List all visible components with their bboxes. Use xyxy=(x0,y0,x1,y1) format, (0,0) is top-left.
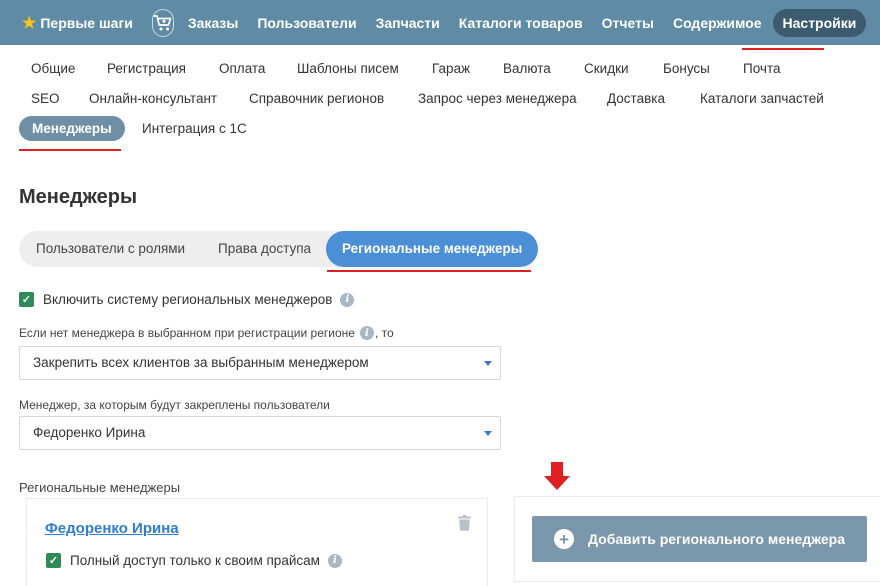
nav-first-steps-label: Первые шаги xyxy=(40,14,133,31)
subtab-payment[interactable]: Оплата xyxy=(219,61,265,76)
full-access-label: Полный доступ только к своим прайсам xyxy=(70,553,320,568)
add-regional-manager-label: Добавить регионального менеджера xyxy=(588,531,845,547)
no-manager-select-value: Закрепить всех клиентов за выбранным мен… xyxy=(33,355,369,370)
assigned-manager-label: Менеджер, за которым будут закреплены по… xyxy=(19,398,330,412)
subtab-seo[interactable]: SEO xyxy=(31,91,60,106)
full-access-checkbox[interactable]: ✓ xyxy=(46,553,61,568)
subtab-discounts[interactable]: Скидки xyxy=(584,61,629,76)
enable-regional-managers-label: Включить систему региональных менеджеров xyxy=(43,292,333,307)
cart-button[interactable] xyxy=(151,8,174,37)
subtab-managers[interactable]: Менеджеры xyxy=(19,116,125,141)
subtab-registration[interactable]: Регистрация xyxy=(107,61,186,76)
subtab-bonuses[interactable]: Бонусы xyxy=(663,61,710,76)
subtab-mail[interactable]: Почта xyxy=(743,61,781,76)
tab-regional-managers[interactable]: Региональные менеджеры xyxy=(326,231,539,267)
enable-regional-managers-row: ✓ Включить систему региональных менеджер… xyxy=(19,292,355,307)
tab-access-rights[interactable]: Права доступа xyxy=(218,231,311,267)
nav-settings[interactable]: Настройки xyxy=(772,8,867,37)
full-access-row: ✓ Полный доступ только к своим прайсам i xyxy=(46,553,342,568)
regional-manager-card: Федоренко Ирина ✓ Полный доступ только к… xyxy=(27,499,487,586)
subtab-email-templates[interactable]: Шаблоны писем xyxy=(297,61,399,76)
nav-catalogs[interactable]: Каталоги товаров xyxy=(459,15,583,31)
no-manager-select[interactable]: Закрепить всех клиентов за выбранным мен… xyxy=(19,346,501,380)
plus-circle-icon: + xyxy=(554,529,574,549)
arrow-down-icon xyxy=(544,462,570,490)
subtab-delivery[interactable]: Доставка xyxy=(607,91,665,106)
assigned-manager-select-value: Федоренко Ирина xyxy=(33,425,146,440)
subtab-1c-integration[interactable]: Интеграция с 1С xyxy=(142,121,247,136)
manager-segmented-tabs: Пользователи с ролями Права доступа Реги… xyxy=(19,231,539,267)
subtab-garage[interactable]: Гараж xyxy=(432,61,470,76)
no-manager-label: Если нет менеджера в выбранном при регис… xyxy=(19,326,394,340)
info-icon[interactable]: i xyxy=(359,326,374,340)
subtab-parts-catalogs[interactable]: Каталоги запчастей xyxy=(700,91,824,106)
no-manager-label-text: Если нет менеджера в выбранном при регис… xyxy=(19,326,355,340)
no-manager-label-suffix: , то xyxy=(374,326,394,340)
regional-manager-name-link[interactable]: Федоренко Ирина xyxy=(45,520,179,537)
page-title: Менеджеры xyxy=(19,186,138,208)
nav-reports[interactable]: Отчеты xyxy=(602,15,654,31)
subtab-currency[interactable]: Валюта xyxy=(503,61,551,76)
enable-regional-managers-checkbox[interactable]: ✓ xyxy=(19,292,34,307)
chevron-down-icon xyxy=(484,361,492,366)
cart-icon xyxy=(153,14,172,30)
add-regional-manager-button[interactable]: + Добавить регионального менеджера xyxy=(532,516,867,562)
trash-icon[interactable] xyxy=(458,515,471,536)
nav-users[interactable]: Пользователи xyxy=(257,15,356,31)
info-icon[interactable]: i xyxy=(340,292,355,307)
assigned-manager-label-text: Менеджер, за которым будут закреплены по… xyxy=(19,398,330,412)
tab-regional-managers-highlight xyxy=(327,270,531,272)
subtab-managers-highlight xyxy=(19,149,121,151)
top-navigation: ★ Первые шаги Заказы Пользователи Запчас… xyxy=(0,0,880,45)
tab-users-with-roles[interactable]: Пользователи с ролями xyxy=(36,231,185,267)
assigned-manager-select[interactable]: Федоренко Ирина xyxy=(19,416,501,450)
nav-first-steps[interactable]: ★ Первые шаги xyxy=(22,13,133,33)
subtab-regions[interactable]: Справочник регионов xyxy=(249,91,384,106)
nav-orders[interactable]: Заказы xyxy=(188,15,238,31)
regional-managers-section-label: Региональные менеджеры xyxy=(19,480,181,495)
info-icon[interactable]: i xyxy=(327,553,342,568)
nav-settings-highlight xyxy=(742,48,824,50)
nav-parts[interactable]: Запчасти xyxy=(376,15,440,31)
subtab-general[interactable]: Общие xyxy=(31,61,75,76)
star-icon: ★ xyxy=(22,14,37,32)
nav-content[interactable]: Содержимое xyxy=(673,15,762,31)
subtab-online-consultant[interactable]: Онлайн-консультант xyxy=(89,91,217,106)
chevron-down-icon xyxy=(484,431,492,436)
subtab-manager-request[interactable]: Запрос через менеджера xyxy=(418,91,577,106)
